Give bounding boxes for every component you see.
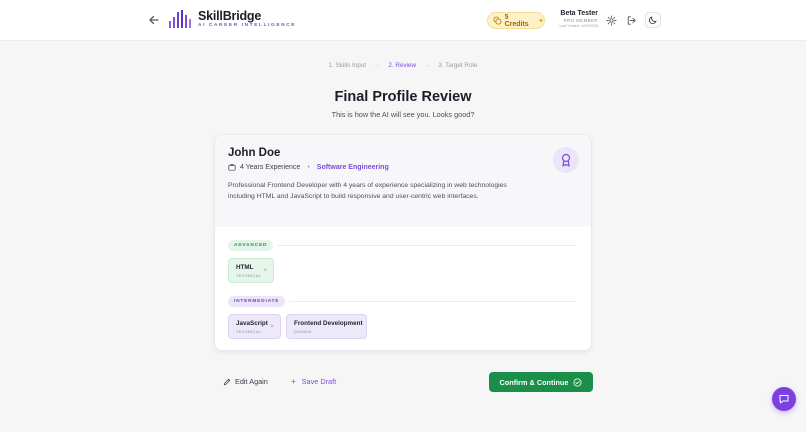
- save-draft-button[interactable]: + Save Draft: [291, 377, 336, 386]
- pencil-icon: [223, 378, 231, 385]
- brand-name: SkillBridge: [198, 9, 262, 23]
- step-review[interactable]: 2. Review: [388, 62, 416, 69]
- top-header: SkillBridge AI CAREER INTELLIGENCE 5 Cre…: [0, 0, 806, 41]
- award-icon: [553, 147, 579, 173]
- skill-type: DOMAIN: [294, 330, 312, 334]
- check-circle-icon: [573, 377, 582, 387]
- profile-name: John Doe: [228, 147, 281, 159]
- page-subtitle: This is how the AI will see you. Looks g…: [331, 110, 475, 119]
- skill-type: TECHNICAL: [236, 330, 262, 334]
- skill-level-intermediate: INTERMEDIATE: [228, 296, 286, 307]
- brand-tagline: AI CAREER INTELLIGENCE: [198, 23, 297, 28]
- skill-level-advanced: ADVANCED: [228, 240, 274, 251]
- user-role: PRO MEMBER: [563, 18, 598, 23]
- step-arrow-icon: →: [424, 62, 431, 69]
- plus-icon: +: [291, 377, 296, 386]
- profile-meta: 4 Years Experience • Software Engineerin…: [228, 163, 389, 171]
- skill-chip-javascript[interactable]: JavaScript TECHNICAL ×: [228, 314, 281, 339]
- skill-name: Frontend Development: [294, 320, 363, 327]
- briefcase-icon: [228, 164, 236, 171]
- divider: [277, 245, 577, 246]
- skill-type: TECHNICAL: [236, 274, 262, 278]
- edit-again-label: Edit Again: [235, 377, 268, 386]
- logout-icon[interactable]: [624, 13, 638, 27]
- skill-name: HTML: [236, 264, 254, 271]
- edit-again-button[interactable]: Edit Again: [223, 377, 268, 386]
- user-info[interactable]: Beta Tester PRO MEMBER Last Visited: 3/3…: [548, 10, 598, 28]
- profile-experience: 4 Years Experience: [240, 163, 301, 171]
- logo-bars-icon: [168, 9, 192, 29]
- confirm-label: Confirm & Continue: [499, 377, 569, 387]
- step-target-role[interactable]: 3. Target Role: [438, 62, 477, 69]
- chat-icon[interactable]: [772, 387, 796, 411]
- back-arrow-icon[interactable]: [147, 13, 161, 27]
- skill-chip-frontend-development[interactable]: Frontend Development DOMAIN: [286, 314, 367, 339]
- coin-icon: [493, 16, 502, 25]
- credits-badge[interactable]: 5 Credits ✦: [487, 12, 545, 29]
- profile-card: John Doe 4 Years Experience • Software E…: [214, 134, 592, 351]
- remove-icon[interactable]: ×: [270, 324, 274, 330]
- remove-icon[interactable]: ×: [263, 268, 267, 274]
- gear-icon[interactable]: [604, 13, 618, 27]
- page-title: Final Profile Review: [334, 89, 472, 105]
- last-visited: Last Visited: 3/30/2026: [559, 24, 598, 28]
- moon-icon[interactable]: [645, 12, 661, 28]
- skill-name: JavaScript: [236, 320, 268, 327]
- save-draft-label: Save Draft: [301, 377, 337, 386]
- credits-label: 5 Credits: [504, 13, 529, 28]
- divider: [289, 301, 577, 302]
- step-arrow-icon: →: [374, 62, 381, 69]
- sparkle-icon: ✦: [538, 17, 544, 25]
- confirm-continue-button[interactable]: Confirm & Continue: [489, 372, 593, 392]
- user-name: Beta Tester: [560, 10, 598, 17]
- separator-dot: •: [307, 163, 310, 171]
- step-skills-input[interactable]: 1. Skills Input: [329, 62, 366, 69]
- progress-steps: 1. Skills Input → 2. Review → 3. Target …: [0, 62, 806, 69]
- skill-chip-html[interactable]: HTML TECHNICAL ×: [228, 258, 274, 283]
- profile-summary: Professional Frontend Developer with 4 y…: [228, 182, 507, 200]
- profile-field: Software Engineering: [316, 163, 389, 171]
